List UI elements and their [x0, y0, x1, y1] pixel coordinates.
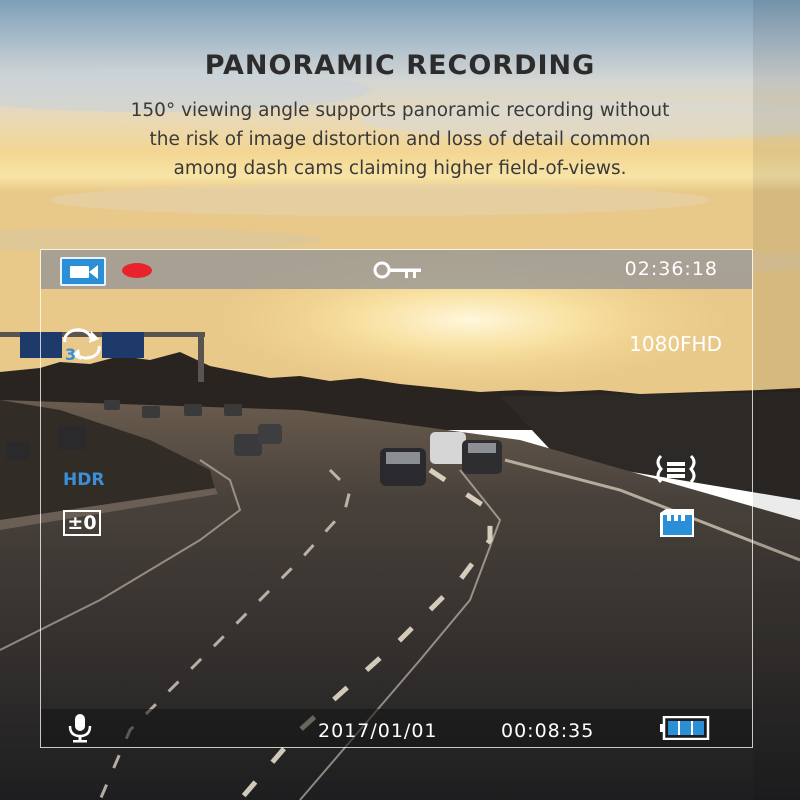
- bottom-status-bar: 2017/01/01 00:08:35: [41, 709, 752, 747]
- microphone-icon[interactable]: [67, 713, 93, 743]
- battery-icon: [660, 716, 710, 740]
- dashcam-screen: 02:36:18 3 1080FHD HDR ±0 2017/01/01 00:…: [40, 249, 753, 748]
- resolution-label: 1080FHD: [629, 332, 722, 356]
- description-line: 150° viewing angle supports panoramic re…: [130, 100, 670, 121]
- loop-minutes: 3: [65, 345, 76, 362]
- page-title: PANORAMIC RECORDING: [204, 50, 596, 81]
- g-sensor-icon: [656, 454, 696, 484]
- description-line: the risk of image distortion and loss of…: [149, 129, 651, 150]
- sd-card-icon: [660, 509, 694, 537]
- recording-clock: 00:08:35: [501, 720, 595, 742]
- hdr-label: HDR: [63, 470, 105, 490]
- description-line: among dash cams claiming higher field-of…: [173, 158, 627, 179]
- video-camera-icon[interactable]: [60, 257, 106, 286]
- feature-description: 150° viewing angle supports panoramic re…: [100, 96, 700, 183]
- elapsed-time: 02:36:18: [624, 258, 718, 280]
- top-status-bar: 02:36:18: [41, 250, 752, 289]
- exposure-value: ±0: [63, 510, 101, 536]
- record-dot: [122, 263, 152, 278]
- key-icon: [373, 261, 421, 279]
- recording-date: 2017/01/01: [318, 720, 438, 742]
- loop-recording-icon: 3: [63, 328, 101, 362]
